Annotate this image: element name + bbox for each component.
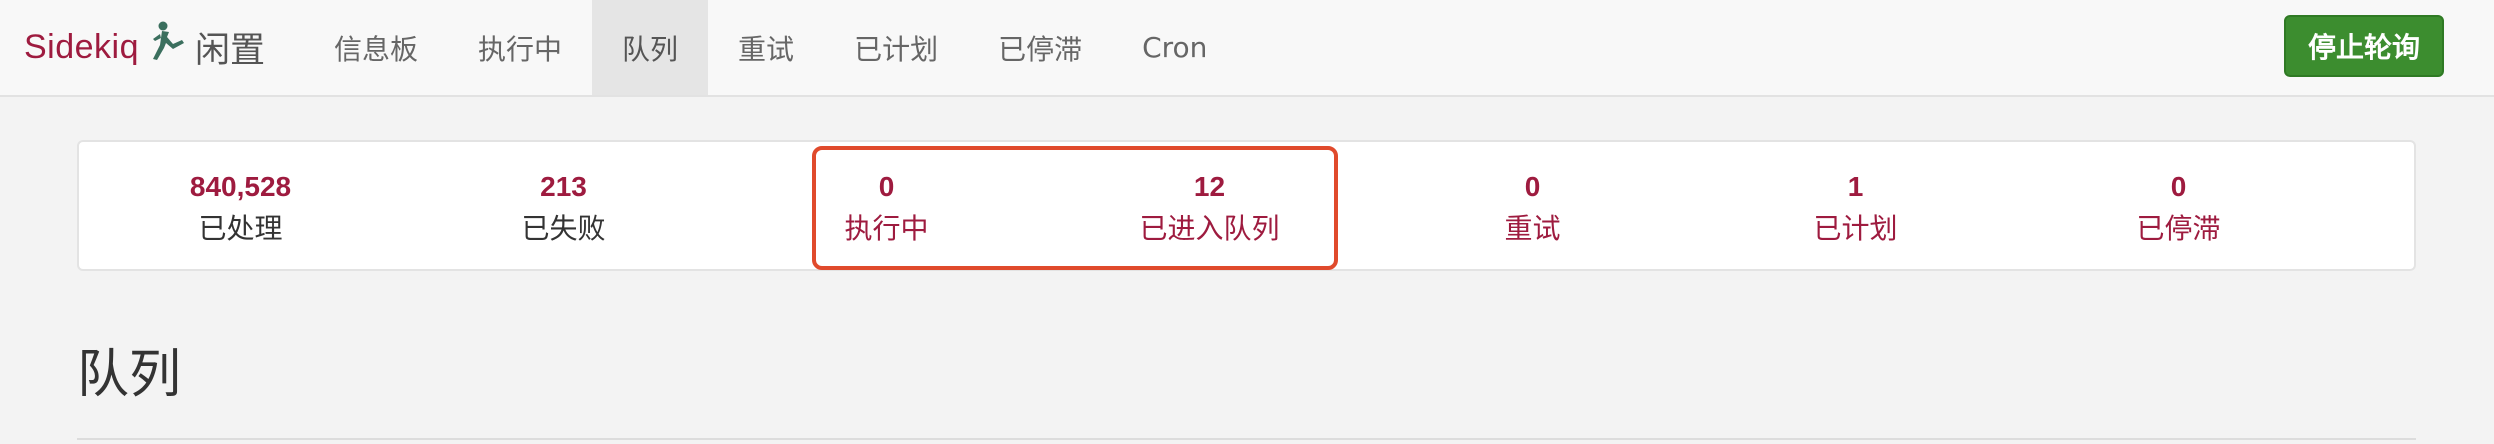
- stat-enqueued-count: 12: [1193, 171, 1226, 202]
- brand-name: Sidekiq: [24, 28, 140, 66]
- sidekiq-kicker-icon: [153, 21, 185, 60]
- stat-failed-count: 213: [540, 171, 587, 202]
- stat-failed[interactable]: 213 已失败: [402, 142, 725, 269]
- top-navbar: Sidekiq 闲置 信息板 执行中 队列 重试 已计划 已停滞 Cron 停止…: [0, 0, 2494, 97]
- brand-link[interactable]: Sidekiq 闲置: [24, 0, 265, 95]
- stop-polling-button[interactable]: 停止轮询: [2284, 15, 2444, 77]
- stat-dead-count: 0: [2170, 171, 2187, 202]
- nav-item-dashboard[interactable]: 信息板: [304, 0, 448, 95]
- nav-item-retries[interactable]: 重试: [708, 0, 824, 95]
- nav-item-scheduled[interactable]: 已计划: [824, 0, 968, 95]
- stat-enqueued[interactable]: 12 已进入队列: [1048, 142, 1371, 269]
- stat-failed-label: 已失败: [521, 212, 606, 245]
- stat-busy-label: 执行中: [844, 212, 929, 245]
- stat-dead-label: 已停滞: [2136, 212, 2221, 245]
- main-nav: 信息板 执行中 队列 重试 已计划 已停滞 Cron: [304, 0, 1237, 95]
- stat-processed-label: 已处理: [198, 212, 283, 245]
- nav-item-cron[interactable]: Cron: [1112, 0, 1237, 95]
- nav-item-queues[interactable]: 队列: [592, 0, 709, 95]
- summary-bar: 840,528 已处理 213 已失败 0 执行中 12 已进入队列 0 重试 …: [77, 140, 2416, 271]
- queues-table-top-border: [77, 438, 2416, 444]
- nav-item-dead[interactable]: 已停滞: [968, 0, 1112, 95]
- stat-busy[interactable]: 0 执行中: [725, 142, 1048, 269]
- stat-busy-count: 0: [878, 171, 895, 202]
- stat-retries-count: 0: [1524, 171, 1541, 202]
- stat-enqueued-label: 已进入队列: [1139, 212, 1280, 245]
- stat-retries[interactable]: 0 重试: [1371, 142, 1694, 269]
- nav-item-busy[interactable]: 执行中: [448, 0, 592, 95]
- page-title: 队列: [77, 345, 182, 405]
- stat-scheduled-label: 已计划: [1813, 212, 1898, 245]
- stat-processed[interactable]: 840,528 已处理: [79, 142, 402, 269]
- stat-scheduled[interactable]: 1 已计划: [1694, 142, 2017, 269]
- stat-scheduled-count: 1: [1847, 171, 1864, 202]
- stat-dead[interactable]: 0 已停滞: [2017, 142, 2340, 269]
- stat-processed-count: 840,528: [189, 171, 292, 202]
- process-status: 闲置: [195, 31, 266, 71]
- stat-retries-label: 重试: [1504, 212, 1561, 245]
